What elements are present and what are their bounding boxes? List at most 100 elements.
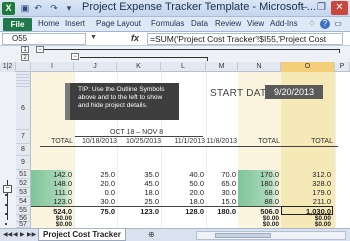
minimize-button[interactable]: – <box>296 1 313 15</box>
restore-button[interactable]: ❐ <box>313 1 330 15</box>
cell-r54-c2[interactable]: 25.0 <box>117 197 161 206</box>
column-header-k[interactable]: K <box>117 62 161 72</box>
column-header-i[interactable]: I <box>31 62 74 72</box>
insert-sheet-icon[interactable]: ⊕ <box>148 230 155 239</box>
cell-r53-c4[interactable]: 30.0 <box>206 188 238 197</box>
cell-r52-c2[interactable]: 45.0 <box>117 179 161 188</box>
outline-group-end <box>339 49 340 53</box>
column-header-m[interactable]: M <box>206 62 238 72</box>
cell-r53-c1[interactable]: 0.0 <box>74 188 117 197</box>
cell-r53-c3[interactable]: 20.0 <box>161 188 206 197</box>
cell-r51-c2[interactable]: 35.0 <box>117 170 161 179</box>
last-sheet-icon[interactable]: ▶▶ <box>27 231 36 238</box>
gridline <box>335 72 336 228</box>
outline-subgroup-collapse-button[interactable]: − <box>71 53 79 60</box>
help-icon[interactable]: ? <box>320 19 330 29</box>
select-all-corner[interactable] <box>16 62 31 72</box>
cell-r52-c0[interactable]: 148.0 <box>31 179 74 188</box>
cell-r56-c4[interactable] <box>206 215 238 222</box>
prev-sheet-icon[interactable]: ◀ <box>13 231 18 238</box>
outline-collapse-button[interactable]: − <box>36 46 44 53</box>
name-box[interactable]: O55 <box>2 33 86 45</box>
row-header-55[interactable]: 55 <box>16 206 31 215</box>
window-restore-icon[interactable]: ▭ <box>333 19 343 29</box>
column-header-p[interactable]: P <box>335 62 350 72</box>
cell-r51-c3[interactable]: 40.0 <box>161 170 206 179</box>
column-header-o[interactable]: O <box>281 62 335 72</box>
row-header-9[interactable]: 9 <box>16 156 31 170</box>
tab-review[interactable]: Review <box>215 19 241 28</box>
cell-r53-c5[interactable]: 68.0 <box>238 188 281 197</box>
start-date-value[interactable]: 9/20/2013 <box>265 85 323 99</box>
cell-r56-c1[interactable] <box>74 215 117 222</box>
cell-r51-c5[interactable]: 170.0 <box>238 170 281 179</box>
close-button[interactable]: ✕ <box>331 1 348 15</box>
undo-icon[interactable]: ↶ <box>32 2 44 14</box>
outline-level-1-button[interactable]: 1 <box>21 46 29 53</box>
title-bar: X ▣ ↶ ↷ ▾ Project Expense Tracker Templa… <box>0 0 350 17</box>
row-header-6[interactable]: 6 <box>16 87 31 130</box>
customize-toolbar-icon[interactable]: ▾ <box>63 2 75 14</box>
next-sheet-icon[interactable]: ▶ <box>20 231 25 238</box>
cell-r54-c5[interactable]: 88.0 <box>238 197 281 206</box>
column-header-l[interactable]: L <box>161 62 206 72</box>
cell-r53-c2[interactable]: 18.0 <box>117 188 161 197</box>
cell-r54-c3[interactable]: 18.0 <box>161 197 206 206</box>
cell-r56-c2[interactable] <box>117 215 161 222</box>
column-header-j[interactable]: J <box>74 62 117 72</box>
first-sheet-icon[interactable]: ◀◀ <box>3 231 12 238</box>
cell-r54-c0[interactable]: 123.0 <box>31 197 74 206</box>
tab-file[interactable]: File <box>3 18 32 31</box>
cell-r52-c4[interactable]: 65.0 <box>206 179 238 188</box>
cell-r56-c3[interactable] <box>161 215 206 222</box>
cell-r52-c3[interactable]: 50.0 <box>161 179 206 188</box>
cell-r51-c6[interactable]: 312.0 <box>281 170 333 179</box>
column-header-n[interactable]: N <box>238 62 281 72</box>
cell-r51-c1[interactable]: 25.0 <box>74 170 117 179</box>
tab-view[interactable]: View <box>247 19 264 28</box>
outline-corner: 1|2 <box>0 62 16 72</box>
header-total-o: TOTAL <box>311 138 333 145</box>
row-header-54[interactable]: 54 <box>16 197 31 206</box>
cell-r51-c0[interactable]: 142.0 <box>31 170 74 179</box>
tab-data[interactable]: Data <box>191 19 208 28</box>
cell-r54-c6[interactable]: 211.0 <box>281 197 333 206</box>
cell-r53-c0[interactable]: 111.0 <box>31 188 74 197</box>
cell-r55-c0[interactable]: 524.0 <box>31 206 74 216</box>
tab-home[interactable]: Home <box>38 19 59 28</box>
ribbon-collapse-icon[interactable]: ♢ <box>307 19 317 29</box>
row-group-collapse-button[interactable]: − <box>3 185 12 193</box>
redo-icon[interactable]: ↷ <box>48 2 60 14</box>
cell-r55-c2[interactable]: 123.0 <box>117 206 161 216</box>
cell-r55-c5[interactable]: 506.0 <box>238 206 281 216</box>
row-header-51[interactable]: 51 <box>16 170 31 179</box>
cell-r53-c6[interactable]: 179.0 <box>281 188 333 197</box>
save-icon[interactable]: ▣ <box>19 2 31 14</box>
cell-r54-c4[interactable]: 15.0 <box>206 197 238 206</box>
cell-r51-c4[interactable]: 70.0 <box>206 170 238 179</box>
row-header-52[interactable]: 52 <box>16 179 31 188</box>
tab-add-ins[interactable]: Add-Ins <box>270 19 298 28</box>
cell-r52-c1[interactable]: 20.0 <box>74 179 117 188</box>
row-header-8[interactable]: 8 <box>16 144 31 156</box>
horizontal-scroll-thumb[interactable] <box>215 233 271 238</box>
outline-subgroup-line <box>80 57 208 58</box>
cell-r52-c6[interactable]: 328.0 <box>281 179 333 188</box>
sheet-tab-project-cost-tracker[interactable]: Project Cost Tracker <box>38 229 126 241</box>
insert-function-icon[interactable]: fx <box>131 33 139 43</box>
cell-r54-c1[interactable]: 30.0 <box>74 197 117 206</box>
cell-r55-c1[interactable]: 75.0 <box>74 206 117 216</box>
tab-formulas[interactable]: Formulas <box>151 19 184 28</box>
excel-app-icon[interactable]: X <box>2 2 15 15</box>
row-header-53[interactable]: 53 <box>16 188 31 197</box>
tab-page-layout[interactable]: Page Layout <box>96 19 141 28</box>
cell-r55-c4[interactable]: 180.0 <box>206 206 238 216</box>
row-header-7[interactable]: 7 <box>16 130 31 144</box>
outline-level-2-button[interactable]: 2 <box>21 54 29 61</box>
formula-input[interactable]: =SUM('Project Cost Tracker'!$I55,'Projec… <box>147 33 343 45</box>
horizontal-scrollbar[interactable] <box>196 231 346 240</box>
cell-r55-c3[interactable]: 128.0 <box>161 206 206 216</box>
tab-insert[interactable]: Insert <box>65 19 85 28</box>
name-box-dropdown-icon[interactable]: ▼ <box>90 34 97 41</box>
cell-r52-c5[interactable]: 180.0 <box>238 179 281 188</box>
